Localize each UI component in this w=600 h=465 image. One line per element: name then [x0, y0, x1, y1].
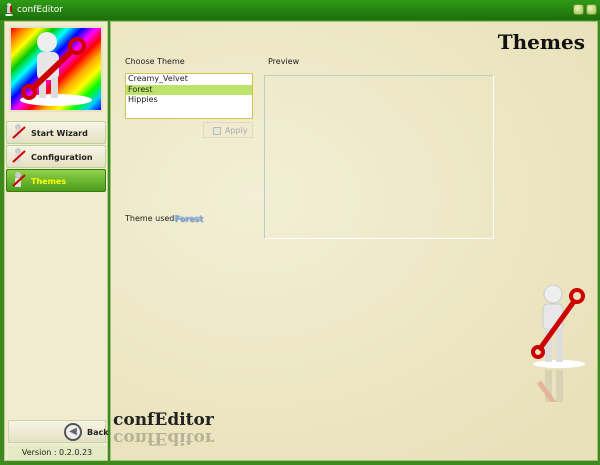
choose-theme-label: Choose Theme	[125, 57, 185, 66]
title-bar: confEditor	[0, 0, 600, 20]
sidebar-item-themes[interactable]: Themes	[6, 169, 106, 192]
apply-icon	[213, 127, 221, 135]
version-label: Version : 0.2.0.23	[8, 446, 106, 460]
wrench-man-icon	[12, 148, 26, 163]
preview-label: Preview	[268, 57, 300, 66]
preview-area	[264, 75, 494, 239]
theme-list[interactable]: Creamy_Velvet Forest Hippies	[125, 73, 253, 119]
apply-label: Apply	[225, 126, 248, 135]
window-title: confEditor	[17, 5, 63, 15]
themes-panel: Themes Choose Theme Creamy_Velvet Forest…	[110, 21, 598, 461]
wrench-man-icon	[12, 172, 26, 187]
sidebar-item-configuration[interactable]: Configuration	[6, 145, 106, 168]
apply-button[interactable]: Apply	[203, 122, 253, 138]
theme-used-label: Theme used	[125, 214, 175, 223]
brand-logo: confEditor	[113, 410, 214, 430]
list-item[interactable]: Hippies	[126, 95, 252, 106]
sidebar-item-start-wizard[interactable]: Start Wizard	[6, 121, 106, 144]
back-button[interactable]: ◀ Back	[8, 420, 109, 443]
app-icon	[5, 3, 13, 16]
back-arrow-icon: ◀	[64, 423, 82, 441]
back-label: Back	[87, 428, 109, 437]
sidebar-item-label: Start Wizard	[31, 129, 88, 138]
sidebar: Start Wizard Configuration Themes ◀ Back…	[4, 21, 109, 461]
theme-used-value: Forest	[174, 214, 203, 223]
sidebar-item-label: Themes	[31, 177, 67, 186]
minimize-button[interactable]	[573, 4, 584, 15]
brand-logo-reflection: confEditor	[113, 428, 214, 448]
page-title: Themes	[497, 30, 585, 54]
wrench-man-figure	[531, 284, 585, 402]
close-button[interactable]	[586, 4, 597, 15]
sidebar-item-label: Configuration	[31, 153, 93, 162]
logo-image	[9, 26, 103, 112]
list-item[interactable]: Forest	[126, 84, 252, 95]
list-item[interactable]: Creamy_Velvet	[126, 74, 252, 85]
wrench-man-icon	[12, 124, 26, 139]
